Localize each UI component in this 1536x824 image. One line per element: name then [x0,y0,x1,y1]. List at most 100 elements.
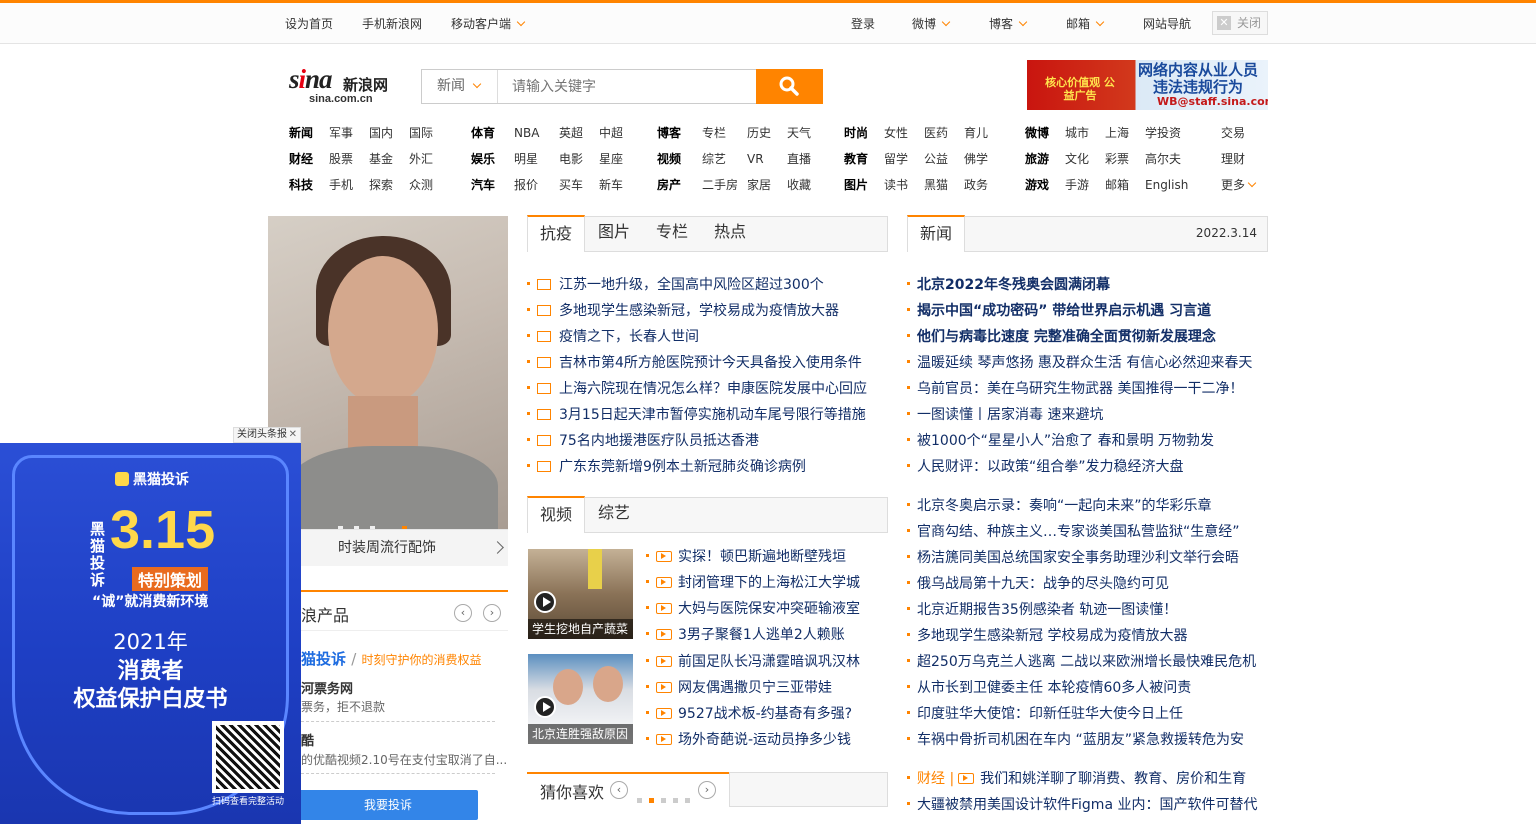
nav-link[interactable]: 博客 [657,120,681,146]
nav-link[interactable]: 视频 [657,146,681,172]
nav-link[interactable]: 报价 [514,172,538,198]
news-link[interactable]: 北京近期报告35例感染者 轨迹一图读懂！ [907,597,1177,623]
chevron-right-icon[interactable] [491,541,504,554]
nav-link[interactable]: 育儿 [964,120,988,146]
video-link[interactable]: 网友偶遇撒贝宁三亚带娃 [646,675,832,701]
nav-link[interactable]: 探索 [369,172,393,198]
nav-link[interactable]: 科技 [289,172,313,198]
news-link[interactable]: 从市长到卫健委主任 本轮疫情60多人被问责 [907,675,1191,701]
nav-link[interactable]: 读书 [884,172,908,198]
news-link[interactable]: 江苏一地升级，全国高中风险区超过300个 [527,272,824,298]
finance-label[interactable]: 财经 | [917,771,954,787]
news-link[interactable]: 75名内地援港医疗队员抵达香港 [527,428,759,454]
nav-link[interactable]: 新闻 [289,120,313,146]
more-menu[interactable]: 更多 [1221,172,1257,198]
nav-link[interactable]: 买车 [559,172,583,198]
news-link[interactable]: 被1000个“星星小人”治愈了 春和景明 万物勃发 [907,428,1214,454]
news-link[interactable]: 北京2022年冬残奥会圆满闭幕 [907,272,1110,298]
nav-link[interactable]: 游戏 [1025,172,1049,198]
nav-link[interactable]: 医药 [924,120,948,146]
video-link[interactable]: 9527战术板-约基奇有多强? [646,701,852,727]
nav-link[interactable]: 文化 [1065,146,1089,172]
news-link[interactable]: 俄乌战局第十九天：战争的尽头隐约可见 [907,571,1169,597]
nav-link[interactable]: 公益 [924,146,948,172]
nav-link[interactable]: VR [747,146,764,172]
close-popup-button[interactable]: 关闭头条报 ✕ [233,427,301,443]
complain-button[interactable]: 我要投诉 [298,790,478,820]
nav-link[interactable]: 手机 [329,172,353,198]
nav-link[interactable]: 中超 [599,120,623,146]
nav-link[interactable]: 佛学 [964,146,988,172]
video-link[interactable]: 3男子聚餐1人逃单2人赖账 [646,622,845,648]
nav-link[interactable]: 汽车 [471,172,495,198]
video-link[interactable]: 场外奇葩说-运动员挣多少钱 [646,727,851,753]
nav-link[interactable]: 邮箱 [1105,172,1129,198]
nav-link[interactable]: 教育 [844,146,868,172]
news-link[interactable]: 3月15日起天津市暂停实施机动车尾号限行等措施 [527,402,866,428]
news-link[interactable]: 乌前官员：美在乌研究生物武器 美国推得一干二净！ [907,376,1243,402]
nav-link[interactable]: NBA [514,120,539,146]
nav-link[interactable]: 房产 [657,172,681,198]
photo-carousel[interactable] [268,216,508,566]
news-link[interactable]: 多地现学生感染新冠 学校易成为疫情放大器 [907,623,1187,649]
news-link[interactable]: 他们与病毒比速度 完整准确全面贯彻新发展理念 [907,324,1216,350]
nav-link[interactable]: 专栏 [702,120,726,146]
nav-link[interactable]: 天气 [787,120,811,146]
mail-menu[interactable]: 邮箱 [1066,16,1105,32]
weibo-menu[interactable]: 微博 [912,16,951,32]
news-link[interactable]: 疫情之下，长春人世间 [527,324,699,350]
tab-hot[interactable]: 热点 [701,215,759,252]
nav-link[interactable]: 明星 [514,146,538,172]
nav-link[interactable]: 理财 [1221,146,1245,172]
nav-link[interactable]: 手游 [1065,172,1089,198]
mobile-client-menu[interactable]: 移动客户端 [451,16,526,32]
video-thumb-2[interactable]: 北京连胜强敌原因 [528,654,633,744]
news-link[interactable]: 一图读懂丨居家消毒 速来避坑 [907,402,1103,428]
mobile-sina-link[interactable]: 手机新浪网 [362,16,422,32]
news-link[interactable]: 上海六院现在情况怎么样？申康医院发展中心回应 [527,376,867,402]
nav-link[interactable]: 时尚 [844,120,868,146]
nav-link[interactable]: 旅游 [1025,146,1049,172]
nav-link[interactable]: 财经 [289,146,313,172]
nav-link[interactable]: 微博 [1025,120,1049,146]
popup-ad[interactable]: 黑猫投诉 黑猫投诉 3.15 特别策划 “诚”就消费新环境 2021年 消费者 … [0,443,301,824]
tab-columns[interactable]: 专栏 [643,215,701,252]
nav-link[interactable]: 学投资 [1145,120,1181,146]
nav-link[interactable]: 外汇 [409,146,433,172]
news-link[interactable]: 官商勾结、种族主义…专家谈美国私营监狱“生意经” [907,519,1240,545]
nav-link[interactable]: 女性 [884,120,908,146]
nav-link[interactable]: 政务 [964,172,988,198]
news-link[interactable]: 广东东莞新增9例本土新冠肺炎确诊病例 [527,454,806,480]
nav-link[interactable]: 交易 [1221,120,1245,146]
nav-link[interactable]: 基金 [369,146,393,172]
nav-link[interactable]: 众测 [409,172,433,198]
nav-link[interactable]: 高尔夫 [1145,146,1181,172]
tab-news[interactable]: 新闻 [907,215,965,252]
news-link[interactable]: 北京冬奥启示录：奏响“一起向未来”的华彩乐章 [907,493,1212,519]
nav-link[interactable]: 娱乐 [471,146,495,172]
prev-arrow-icon[interactable]: ‹ [454,604,472,622]
prev-arrow-icon[interactable]: ‹ [610,781,628,799]
nav-link[interactable]: 体育 [471,120,495,146]
nav-link[interactable]: 收藏 [787,172,811,198]
news-link[interactable]: 大疆被禁用美国设计软件Figma 业内：国产软件可替代 [907,792,1257,818]
nav-link[interactable]: 电影 [559,146,583,172]
video-thumb-1[interactable]: 学生挖地自产蔬菜 [528,549,633,639]
finance-news-link[interactable]: 财经 | 我们和姚洋聊了聊消费、教育、房价和生育 [907,766,1246,792]
blog-menu[interactable]: 博客 [989,16,1028,32]
nav-link[interactable]: 国内 [369,120,393,146]
nav-link[interactable]: 星座 [599,146,623,172]
news-link[interactable]: 揭示中国“成功密码” 带给世界启示机遇 习言道 [907,298,1211,324]
news-link[interactable]: 多地现学生感染新冠，学校易成为疫情放大器 [527,298,839,324]
nav-link[interactable]: 彩票 [1105,146,1129,172]
news-link[interactable]: 杨洁篪同美国总统国家安全事务助理沙利文举行会晤 [907,545,1239,571]
nav-link[interactable]: 家居 [747,172,771,198]
nav-link[interactable]: 留学 [884,146,908,172]
nav-link[interactable]: 直播 [787,146,811,172]
nav-link[interactable]: 国际 [409,120,433,146]
nav-link[interactable]: 新车 [599,172,623,198]
news-link[interactable]: 人民财评：以政策“组合拳”发力稳经济大盘 [907,454,1184,480]
tab-kangyi[interactable]: 抗疫 [527,215,585,252]
news-link[interactable]: 印度驻华大使馆：印新任驻华大使今日上任 [907,701,1183,727]
search-input[interactable] [499,70,756,103]
